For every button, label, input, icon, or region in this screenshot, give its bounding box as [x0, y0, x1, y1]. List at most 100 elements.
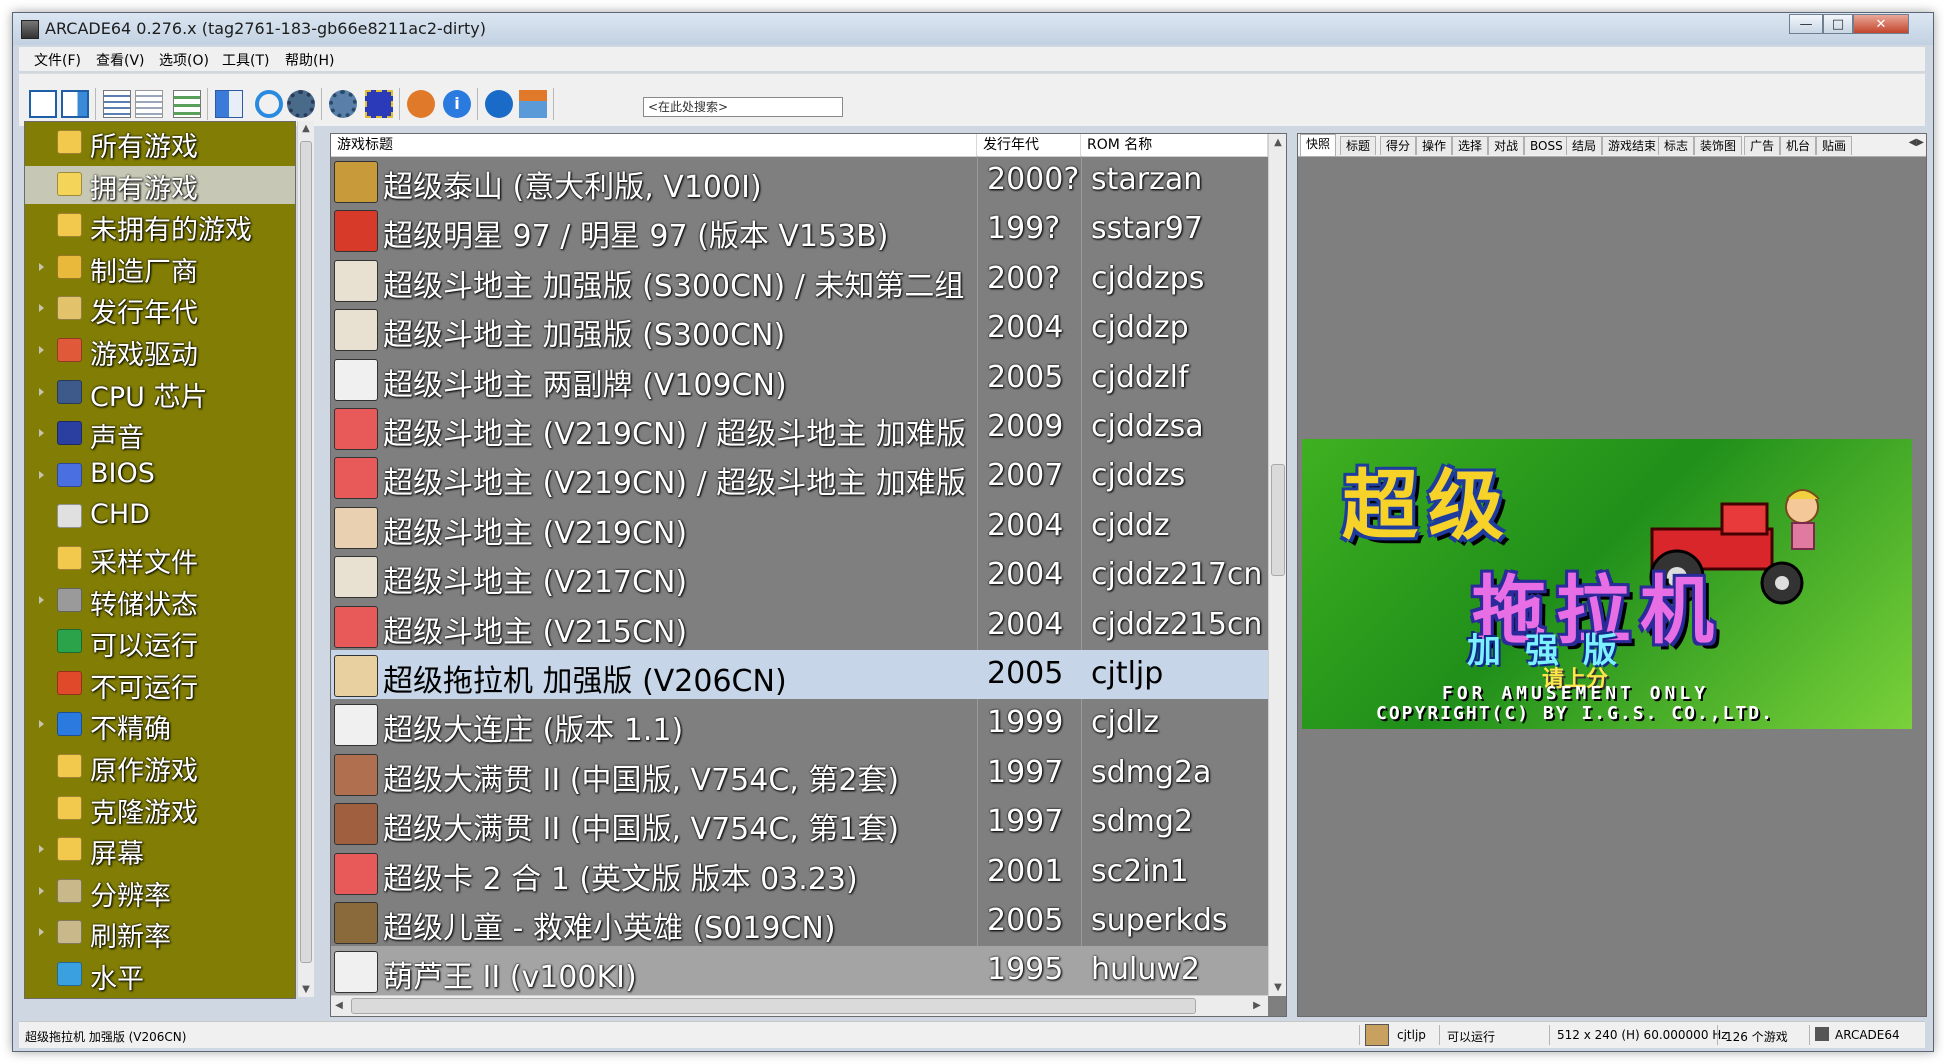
- font-view-icon[interactable]: [215, 90, 243, 118]
- expand-arrow-icon[interactable]: [39, 470, 44, 479]
- table-row[interactable]: 超级斗地主 两副牌 (V109CN) 2005 cjddzlf: [331, 354, 1268, 403]
- scroll-right-icon[interactable]: ▶: [1251, 1000, 1263, 1011]
- tree-item[interactable]: CPU 芯片: [25, 374, 295, 413]
- table-row[interactable]: 超级明星 97 / 明星 97 (版本 V153B) 199? sstar97: [331, 205, 1268, 254]
- scroll-down-icon[interactable]: ▼: [298, 984, 314, 995]
- preview-tab[interactable]: 标志: [1658, 136, 1695, 155]
- tree-item[interactable]: 采样文件: [25, 540, 295, 579]
- options-icon[interactable]: [329, 90, 357, 118]
- tree-item[interactable]: 原作游戏: [25, 748, 295, 787]
- table-row[interactable]: 超级斗地主 (V219CN) 2004 cjddz: [331, 502, 1268, 551]
- preview-tab[interactable]: 对战: [1488, 136, 1525, 155]
- expand-arrow-icon[interactable]: [39, 886, 44, 895]
- menu-options[interactable]: 选项(O): [159, 50, 209, 70]
- tree-item[interactable]: BIOS: [25, 457, 295, 495]
- grouped-view-icon[interactable]: [173, 90, 201, 118]
- menu-file[interactable]: 文件(F): [34, 50, 81, 70]
- title-bar[interactable]: ARCADE64 0.276.x (tag2761-183-gb66e8211a…: [13, 13, 1933, 45]
- table-row[interactable]: 超级泰山 (意大利版, V100I) 2000? starzan: [331, 156, 1268, 205]
- preview-tab[interactable]: 装饰图: [1694, 136, 1743, 155]
- tree-item[interactable]: 转储状态: [25, 582, 295, 621]
- refresh-icon[interactable]: [255, 90, 283, 118]
- tree-item[interactable]: 刷新率: [25, 914, 295, 953]
- preview-tab[interactable]: 结局: [1566, 136, 1603, 155]
- expand-arrow-icon[interactable]: [39, 304, 44, 313]
- table-row[interactable]: 超级斗地主 (V215CN) 2004 cjddz215cn: [331, 601, 1268, 650]
- list-view-icon[interactable]: [135, 90, 163, 118]
- gear-icon[interactable]: [287, 90, 315, 118]
- expand-arrow-icon[interactable]: [39, 387, 44, 396]
- preview-tab[interactable]: 机台: [1780, 136, 1817, 155]
- header-year[interactable]: 发行年代: [977, 134, 1081, 156]
- tab-scroll-arrows-icon[interactable]: ◀▶: [1909, 137, 1924, 148]
- preview-tab[interactable]: BOSS: [1524, 136, 1569, 155]
- table-row[interactable]: 超级拖拉机 加强版 (V206CN) 2005 cjtljp: [331, 650, 1268, 699]
- preview-tab[interactable]: 操作: [1416, 136, 1453, 155]
- panel-left-icon[interactable]: [29, 90, 57, 118]
- expand-arrow-icon[interactable]: [39, 720, 44, 729]
- preview-tab[interactable]: 贴画: [1816, 136, 1853, 155]
- home-icon[interactable]: [519, 90, 547, 118]
- scroll-left-icon[interactable]: ◀: [333, 1000, 345, 1011]
- tree-item[interactable]: 拥有游戏: [25, 165, 295, 205]
- list-hscrollbar-thumb[interactable]: [351, 998, 1196, 1014]
- tree-item[interactable]: 屏幕: [25, 831, 295, 870]
- scroll-down-icon[interactable]: ▼: [1269, 982, 1286, 993]
- tree-item[interactable]: 不可运行: [25, 665, 295, 704]
- tree-item[interactable]: 所有游戏: [25, 124, 295, 163]
- app-icon[interactable]: [21, 20, 39, 39]
- tree-item[interactable]: 声音: [25, 415, 295, 454]
- table-row[interactable]: 超级斗地主 (V219CN) / 超级斗地主 加难版 2009 cjddzsa: [331, 403, 1268, 452]
- tree-item[interactable]: 克隆游戏: [25, 790, 295, 829]
- menu-help[interactable]: 帮助(H): [285, 50, 334, 70]
- header-title[interactable]: 游戏标题: [331, 134, 977, 156]
- scroll-up-icon[interactable]: ▲: [298, 123, 314, 134]
- search-input[interactable]: <在此处搜索>: [643, 97, 843, 117]
- details-view-icon[interactable]: [103, 90, 131, 118]
- table-row[interactable]: 超级斗地主 (V217CN) 2004 cjddz217cn: [331, 551, 1268, 600]
- tree-item[interactable]: 不精确: [25, 706, 295, 745]
- header-rom[interactable]: ROM 名称: [1081, 134, 1268, 156]
- table-row[interactable]: 超级儿童 - 救难小英雄 (S019CN) 2005 superkds: [331, 897, 1268, 946]
- tree-item[interactable]: 可以运行: [25, 623, 295, 662]
- expand-arrow-icon[interactable]: [39, 928, 44, 937]
- preview-tab[interactable]: 游戏结束: [1602, 136, 1663, 155]
- tree-item[interactable]: CHD: [25, 498, 295, 536]
- list-scrollbar-thumb[interactable]: [1271, 464, 1285, 576]
- preview-tab[interactable]: 选择: [1452, 136, 1489, 155]
- maximize-button[interactable]: □: [1823, 14, 1853, 34]
- preview-tab[interactable]: 快照: [1300, 134, 1337, 156]
- minimize-button[interactable]: —: [1789, 14, 1823, 34]
- expand-arrow-icon[interactable]: [39, 845, 44, 854]
- table-row[interactable]: 葫芦王 II (v100KI) 1995 huluw2: [331, 946, 1268, 996]
- preview-tab[interactable]: 广告: [1744, 136, 1781, 155]
- table-row[interactable]: 超级大满贯 II (中国版, V754C, 第2套) 1997 sdmg2a: [331, 749, 1268, 798]
- list-scrollbar[interactable]: ▲ ▼: [1268, 134, 1286, 996]
- expand-arrow-icon[interactable]: [39, 429, 44, 438]
- menu-view[interactable]: 查看(V): [96, 50, 145, 70]
- info-icon[interactable]: i: [443, 90, 471, 118]
- tree-item[interactable]: 未拥有的游戏: [25, 207, 295, 246]
- preview-tab[interactable]: 标题: [1340, 136, 1377, 155]
- close-button[interactable]: ✕: [1853, 14, 1909, 34]
- expand-arrow-icon[interactable]: [39, 595, 44, 604]
- tree-item[interactable]: 水平: [25, 956, 295, 995]
- preview-tab[interactable]: 得分: [1380, 136, 1417, 155]
- menu-tools[interactable]: 工具(T): [222, 50, 269, 70]
- list-hscrollbar[interactable]: ◀ ▶: [331, 995, 1268, 1016]
- table-row[interactable]: 超级斗地主 加强版 (S300CN) 2004 cjddzp: [331, 304, 1268, 353]
- panel-right-icon[interactable]: [61, 90, 89, 118]
- table-row[interactable]: 超级斗地主 (V219CN) / 超级斗地主 加难版 2007 cjddzs: [331, 452, 1268, 501]
- tree-scrollbar-thumb[interactable]: [300, 141, 312, 963]
- table-row[interactable]: 超级大连庄 (版本 1.1) 1999 cjdlz: [331, 699, 1268, 748]
- table-row[interactable]: 超级卡 2 合 1 (英文版 版本 03.23) 2001 sc2in1: [331, 848, 1268, 897]
- audio-icon[interactable]: [407, 90, 435, 118]
- expand-arrow-icon[interactable]: [39, 262, 44, 271]
- tree-item[interactable]: 制造厂商: [25, 249, 295, 288]
- tree-item[interactable]: 游戏驱动: [25, 332, 295, 371]
- tree-item[interactable]: 发行年代: [25, 290, 295, 329]
- accessibility-icon[interactable]: [485, 90, 513, 118]
- table-row[interactable]: 超级斗地主 加强版 (S300CN) / 未知第二组 200? cjddzps: [331, 255, 1268, 304]
- scroll-up-icon[interactable]: ▲: [1269, 137, 1286, 148]
- tree-item[interactable]: 分辨率: [25, 873, 295, 912]
